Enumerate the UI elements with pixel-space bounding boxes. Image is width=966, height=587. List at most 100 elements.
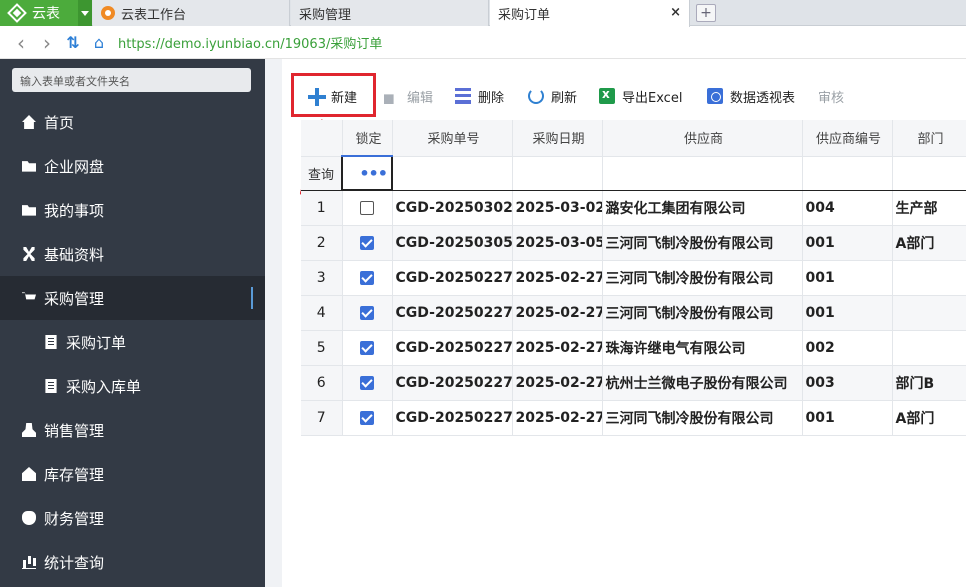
brand-menu[interactable]: 云表 (0, 0, 78, 26)
department-cell[interactable] (892, 295, 966, 331)
order-date-cell[interactable]: 2025-02-27 (512, 330, 603, 366)
supplier-code-cell[interactable]: 002 (802, 330, 893, 366)
close-icon[interactable]: × (670, 5, 681, 20)
department-cell[interactable]: 生产部 (892, 190, 966, 226)
supplier-code-cell[interactable]: 003 (802, 365, 893, 401)
query-filter-order-no[interactable] (392, 156, 513, 191)
forward-icon[interactable]: › (36, 31, 58, 55)
supplier-cell[interactable]: 潞安化工集团有限公司 (602, 190, 803, 226)
column-header-order-no[interactable]: 采购单号 (392, 120, 513, 157)
sidebar-item-statistics[interactable]: 统计查询 (0, 540, 265, 584)
sidebar-item-basic-data[interactable]: 基础资料 (0, 232, 265, 276)
lock-checkbox-cell[interactable] (342, 190, 393, 226)
order-date-cell[interactable]: 2025-02-27 (512, 260, 603, 296)
tab-purchase-order[interactable]: 采购订单 × (490, 0, 690, 27)
edit-button[interactable]: 编辑 (384, 81, 433, 111)
order-no-cell[interactable]: CGD-20250302-0 (392, 190, 513, 226)
department-cell[interactable] (892, 330, 966, 366)
order-date-cell[interactable]: 2025-02-27 (512, 295, 603, 331)
order-no-cell[interactable]: CGD-20250227-0 (392, 330, 513, 366)
row-number: 6 (301, 365, 343, 401)
tab-purchase-management[interactable]: 采购管理 (291, 0, 489, 26)
supplier-cell[interactable]: 三河同飞制冷股份有限公司 (602, 225, 803, 261)
order-no-cell[interactable]: CGD-20250227-0 (392, 365, 513, 401)
lock-checkbox-cell[interactable] (342, 365, 393, 401)
pivot-table-button[interactable]: 数据透视表 (707, 81, 795, 111)
tab-label: 采购订单 (498, 8, 551, 23)
table-row[interactable]: 6 CGD-20250227-02025-02-27杭州士兰微电子股份有限公司00… (301, 365, 966, 401)
column-header-supplier[interactable]: 供应商 (602, 120, 803, 157)
lock-checkbox[interactable] (360, 235, 374, 250)
column-header-supplier-code[interactable]: 供应商编号 (802, 120, 893, 157)
department-cell[interactable]: A部门 (892, 225, 966, 261)
supplier-cell[interactable]: 珠海许继电气有限公司 (602, 330, 803, 366)
lock-checkbox[interactable] (360, 340, 374, 355)
table-row[interactable]: 3 CGD-20250227-02025-02-27三河同飞制冷股份有限公司001 (301, 260, 966, 296)
supplier-code-cell[interactable]: 001 (802, 400, 893, 436)
supplier-cell[interactable]: 杭州士兰微电子股份有限公司 (602, 365, 803, 401)
lock-checkbox-cell[interactable] (342, 330, 393, 366)
order-date-cell[interactable]: 2025-02-27 (512, 365, 603, 401)
url-text[interactable]: https://demo.iyunbiao.cn/19063/采购订单 (118, 33, 382, 52)
home-icon[interactable]: ⌂ (88, 32, 110, 54)
order-no-cell[interactable]: CGD-20250227-0 (392, 400, 513, 436)
sidebar-item-purchase-receipt[interactable]: 采购入库单 (0, 364, 265, 408)
delete-button[interactable]: 删除 (455, 81, 504, 111)
tab-workbench[interactable]: 云表工作台 (93, 0, 290, 26)
order-date-cell[interactable]: 2025-03-02 (512, 190, 603, 226)
supplier-code-cell[interactable]: 004 (802, 190, 893, 226)
supplier-cell[interactable]: 三河同飞制冷股份有限公司 (602, 260, 803, 296)
refresh-button[interactable]: 刷新 (528, 81, 577, 111)
lock-checkbox[interactable] (360, 375, 374, 390)
table-row[interactable]: 2 CGD-20250305-02025-03-05三河同飞制冷股份有限公司001… (301, 225, 966, 261)
brand-dropdown-button[interactable] (78, 0, 92, 26)
department-cell[interactable]: 部门B (892, 365, 966, 401)
sidebar-item-purchase-management[interactable]: 采购管理 (0, 276, 265, 320)
table-row[interactable]: 5 CGD-20250227-02025-02-27珠海许继电气有限公司002 (301, 330, 966, 366)
new-tab-button[interactable]: + (696, 4, 716, 22)
table-row[interactable]: 1 CGD-20250302-02025-03-02潞安化工集团有限公司004生产… (301, 190, 966, 226)
supplier-cell[interactable]: 三河同飞制冷股份有限公司 (602, 295, 803, 331)
lock-checkbox[interactable] (360, 305, 374, 320)
supplier-code-cell[interactable]: 001 (802, 225, 893, 261)
sidebar-item-home[interactable]: 首页 (0, 100, 265, 144)
lock-checkbox[interactable] (360, 200, 374, 215)
sidebar-item-purchase-order[interactable]: 采购订单 (0, 320, 265, 364)
query-filter-department[interactable] (892, 156, 966, 191)
query-filter-supplier-code[interactable] (802, 156, 893, 191)
table-row[interactable]: 4 CGD-20250227-02025-02-27三河同飞制冷股份有限公司001 (301, 295, 966, 331)
query-filter-supplier[interactable] (602, 156, 803, 191)
supplier-code-cell[interactable]: 001 (802, 260, 893, 296)
sidebar-item-my-tasks[interactable]: 我的事项 (0, 188, 265, 232)
order-no-cell[interactable]: CGD-20250305-0 (392, 225, 513, 261)
order-date-cell[interactable]: 2025-02-27 (512, 400, 603, 436)
sidebar-item-sales-management[interactable]: 销售管理 (0, 408, 265, 452)
lock-checkbox-cell[interactable] (342, 400, 393, 436)
sidebar-item-finance-management[interactable]: 财务管理 (0, 496, 265, 540)
export-excel-button[interactable]: 导出Excel (599, 81, 682, 111)
column-header-department[interactable]: 部门 (892, 120, 966, 157)
order-no-cell[interactable]: CGD-20250227-0 (392, 295, 513, 331)
lock-checkbox-cell[interactable] (342, 225, 393, 261)
sidebar-item-cloud-drive[interactable]: 企业网盘 (0, 144, 265, 188)
refresh-icon[interactable]: ⇅ (62, 32, 84, 54)
lock-checkbox-cell[interactable] (342, 295, 393, 331)
sidebar-item-inventory-management[interactable]: 库存管理 (0, 452, 265, 496)
department-cell[interactable] (892, 260, 966, 296)
department-cell[interactable]: A部门 (892, 400, 966, 436)
query-filter-order-date[interactable] (512, 156, 603, 191)
lock-checkbox[interactable] (360, 410, 374, 425)
lock-checkbox[interactable] (360, 270, 374, 285)
query-filter-locked[interactable]: ••• (341, 155, 393, 191)
audit-button[interactable]: 审核 (818, 81, 844, 111)
column-header-locked[interactable]: 锁定 (342, 120, 393, 157)
order-no-cell[interactable]: CGD-20250227-0 (392, 260, 513, 296)
supplier-cell[interactable]: 三河同飞制冷股份有限公司 (602, 400, 803, 436)
order-date-cell[interactable]: 2025-03-05 (512, 225, 603, 261)
column-header-order-date[interactable]: 采购日期 (512, 120, 603, 157)
supplier-code-cell[interactable]: 001 (802, 295, 893, 331)
lock-checkbox-cell[interactable] (342, 260, 393, 296)
table-row[interactable]: 7 CGD-20250227-02025-02-27三河同飞制冷股份有限公司001… (301, 400, 966, 436)
sidebar-search-input[interactable]: 输入表单或者文件夹名 (12, 68, 251, 92)
back-icon[interactable]: ‹ (10, 31, 32, 55)
